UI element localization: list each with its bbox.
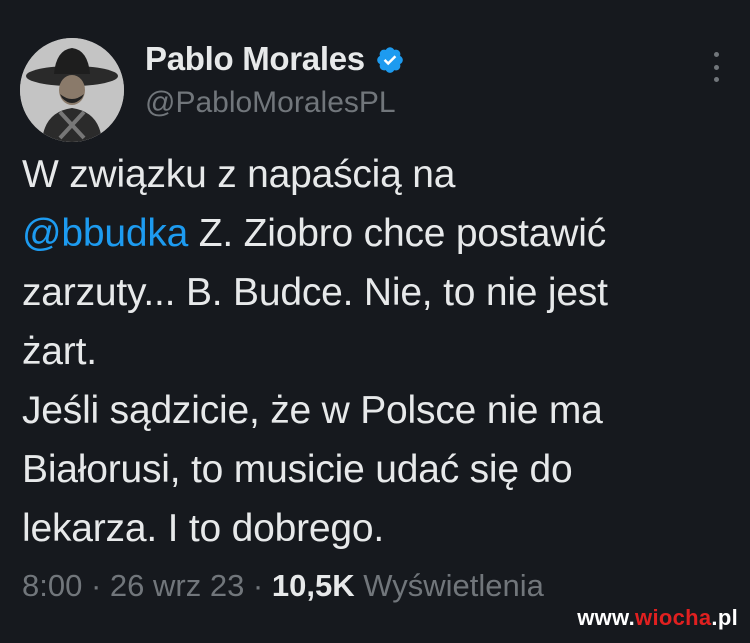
tweet-line: @bbudka Z. Ziobro chce postawić	[22, 204, 732, 263]
tweet-date[interactable]: 26 wrz 23	[110, 568, 244, 603]
watermark-accent: wiocha	[635, 605, 712, 630]
tweet-line: lekarza. I to dobrego.	[22, 507, 384, 550]
tweet-line: Białorusi, to musicie udać się do	[22, 448, 573, 491]
tweet-meta: 8:00 · 26 wrz 23 · 10,5K Wyświetlenia	[22, 568, 544, 604]
tweet-card: Pablo Morales @PabloMoralesPL W związku …	[0, 0, 750, 643]
author-handle[interactable]: @PabloMoralesPL	[145, 86, 396, 120]
meta-separator: ·	[82, 568, 110, 603]
tweet-line: W związku z napaścią na	[22, 153, 456, 196]
tweet-line: Jeśli sądzicie, że w Polsce nie ma	[22, 389, 603, 432]
watermark: www.wiocha.pl	[577, 605, 738, 631]
tweet-time[interactable]: 8:00	[22, 568, 82, 603]
views-count: 10,5K	[271, 568, 355, 603]
author-name-row: Pablo Morales	[145, 40, 405, 78]
tweet-line-text: Z. Ziobro chce postawić	[188, 212, 606, 255]
tweet-line: żart.	[22, 330, 97, 373]
views-label: Wyświetlenia	[354, 568, 544, 603]
meta-separator: ·	[244, 568, 272, 603]
author-display-name[interactable]: Pablo Morales	[145, 40, 365, 78]
mention-link[interactable]: @bbudka	[22, 212, 188, 255]
watermark-prefix: www.	[577, 605, 636, 630]
more-options-icon[interactable]	[706, 52, 726, 82]
watermark-suffix: .pl	[711, 605, 738, 630]
avatar-image	[20, 38, 124, 142]
tweet-text: W związku z napaścią na @bbudka Z. Ziobr…	[22, 145, 732, 558]
tweet-line: zarzuty... B. Budce. Nie, to nie jest	[22, 271, 608, 314]
verified-badge-icon	[375, 45, 405, 75]
avatar[interactable]	[20, 38, 124, 142]
